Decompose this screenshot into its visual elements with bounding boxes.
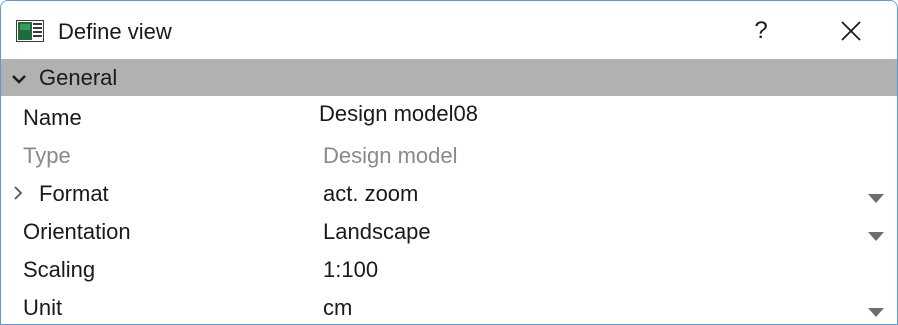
property-row-unit[interactable]: Unit cm — [1, 288, 897, 324]
dropdown-arrow-icon[interactable] — [868, 304, 884, 322]
property-label: Name — [23, 105, 82, 130]
dropdown-arrow-icon[interactable] — [868, 228, 884, 246]
close-button[interactable] — [829, 9, 873, 53]
dropdown-arrow-icon[interactable] — [868, 190, 884, 208]
property-row-name[interactable]: Name Design model08 — [1, 98, 897, 136]
window-title: Define view — [58, 19, 172, 44]
property-row-scaling[interactable]: Scaling 1:100 — [1, 250, 897, 288]
view-icon — [16, 20, 44, 42]
scaling-input[interactable]: 1:100 — [323, 256, 378, 284]
property-label: Unit — [23, 295, 63, 320]
group-label: General — [39, 65, 118, 90]
orientation-select[interactable]: Landscape — [323, 218, 431, 246]
title-bar: Define view ? — [1, 1, 897, 59]
property-row-orientation[interactable]: Orientation Landscape — [1, 212, 897, 250]
group-header-general[interactable]: General — [1, 59, 897, 96]
property-label: Orientation — [23, 219, 131, 244]
property-label: Format — [39, 181, 109, 206]
help-button[interactable]: ? — [739, 9, 783, 53]
type-value: Design model — [323, 143, 458, 168]
format-select[interactable]: act. zoom — [323, 180, 418, 208]
chevron-right-icon[interactable] — [13, 186, 23, 205]
define-view-dialog: Define view ? General Name Design model0… — [0, 0, 898, 325]
property-label: Scaling — [23, 257, 96, 282]
chevron-down-icon — [12, 71, 26, 89]
property-label: Type — [23, 143, 71, 168]
property-row-type: Type Design model — [1, 136, 897, 174]
property-row-format[interactable]: Format act. zoom — [1, 174, 897, 212]
name-input[interactable]: Design model08 — [319, 100, 478, 128]
unit-select[interactable]: cm — [323, 294, 352, 322]
close-icon — [841, 21, 861, 41]
